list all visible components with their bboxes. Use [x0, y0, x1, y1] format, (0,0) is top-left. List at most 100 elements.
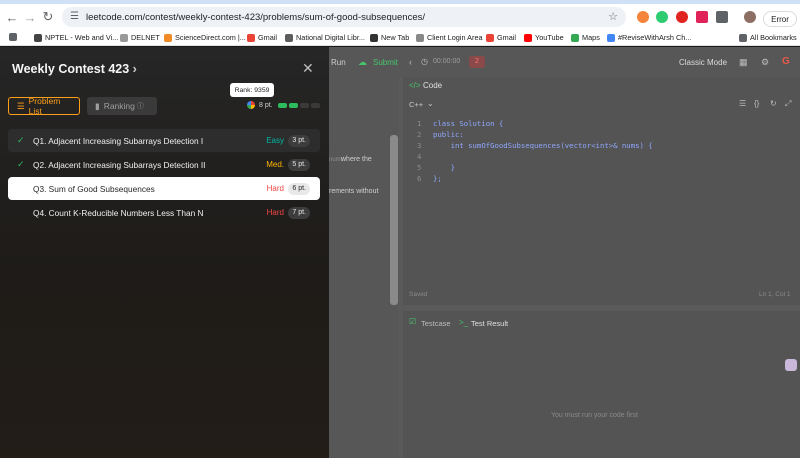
problem-row[interactable]: Q4. Count K-Reducible Numbers Less Than … [8, 201, 320, 224]
difficulty-badge: Hard [266, 184, 284, 193]
info-icon: ⓘ [136, 103, 144, 110]
difficulty-badge: Med. [266, 160, 284, 169]
back-icon[interactable]: ← [2, 7, 22, 27]
site-info-icon[interactable]: ☰ [70, 11, 79, 22]
chevron-right-icon: › [132, 62, 137, 76]
line-number: 6 [417, 174, 422, 183]
classic-mode-button[interactable]: Classic Mode [679, 58, 727, 67]
problem-row[interactable]: ✓ Q1. Adjacent Increasing Subarrays Dete… [8, 129, 320, 152]
google-icon [247, 101, 255, 109]
opera-icon[interactable] [676, 11, 688, 23]
bookmark-favicon [285, 33, 293, 42]
contest-panel: Weekly Contest 423 › ✕ ☰ Problem List ▮ … [0, 47, 329, 458]
floating-helper-icon[interactable] [785, 359, 797, 371]
gmail-icon [486, 33, 494, 42]
points-badge: 5 pt. [288, 158, 310, 171]
timer-icon: ◷ [421, 57, 428, 66]
description-fragment: rements without [329, 188, 379, 195]
all-bookmarks[interactable]: All Bookmarks [739, 33, 797, 42]
progress-segment [310, 102, 320, 108]
code-line: } [433, 163, 455, 172]
gmail-icon [247, 33, 255, 42]
language-select[interactable]: C++ [409, 100, 423, 109]
leetcode-app: Run ☁ Submit ‹ ◷ 00:00:00 2 Classic Mode… [0, 47, 800, 458]
workspace-toolbar: Run ☁ Submit ‹ ◷ 00:00:00 2 Classic Mode… [329, 47, 800, 77]
checkbox-icon: ☑ [409, 317, 417, 326]
bookmark-item[interactable]: Client Login Area [416, 33, 483, 42]
apps-icon[interactable] [9, 33, 20, 41]
bookmark-item[interactable]: Gmail [247, 33, 277, 42]
list-icon: ☰ [17, 100, 25, 111]
maps-icon [571, 33, 579, 42]
code-editor[interactable]: </> Code C++ ⌄ ☰ {} ↻ ⤢ 1 class Solution… [403, 77, 800, 305]
problem-row-selected[interactable]: Q3. Sum of Good Subsequences Hard 6 pt. [8, 177, 320, 200]
gear-icon[interactable]: ⚙ [761, 57, 769, 68]
reload-icon[interactable]: ↻ [38, 7, 58, 27]
code-line: public: [433, 130, 464, 139]
rank-tooltip: Rank: 9359 [230, 83, 274, 97]
format-icon[interactable]: ☰ [739, 99, 746, 108]
bookmark-favicon [34, 33, 42, 42]
difficulty-badge: Hard [266, 208, 284, 217]
alarm-badge[interactable]: 2 [469, 56, 485, 68]
tab-ranking-label: Ranking [103, 101, 135, 111]
extension-icon-5[interactable] [716, 11, 728, 23]
description-panel: nums where the rements without [329, 77, 399, 458]
error-button[interactable]: Error [763, 11, 797, 27]
contest-title[interactable]: Weekly Contest 423 › [12, 62, 137, 76]
line-number: 5 [417, 163, 422, 172]
code-line: }; [433, 174, 442, 183]
workspace-dimmed: Run ☁ Submit ‹ ◷ 00:00:00 2 Classic Mode… [329, 47, 800, 458]
scrollbar[interactable] [390, 135, 398, 305]
expand-icon[interactable]: ⤢ [785, 99, 791, 109]
forward-icon[interactable]: → [20, 7, 40, 27]
reset-icon[interactable]: ↻ [770, 99, 777, 108]
problem-row[interactable]: ✓ Q2. Adjacent Increasing Subarrays Dete… [8, 153, 320, 176]
points-badge: 3 pt. [288, 134, 310, 147]
bookmark-favicon [120, 33, 128, 42]
youtube-icon [524, 33, 532, 42]
braces-icon[interactable]: {} [754, 99, 759, 108]
test-result-tab[interactable]: Test Result [471, 319, 508, 328]
line-number: 2 [417, 130, 422, 139]
points-badge: 6 pt. [288, 182, 310, 195]
bookmark-item[interactable]: National Digital Libr... [285, 33, 365, 42]
solved-check-icon: ✓ [17, 135, 25, 145]
tab-ranking[interactable]: ▮ Ranking ⓘ [87, 97, 157, 115]
code-tab[interactable]: Code [423, 81, 442, 90]
testcase-tab[interactable]: Testcase [421, 319, 451, 328]
points-progress: 8 pt. [247, 101, 320, 109]
bookmark-item[interactable]: DELNET [120, 33, 160, 42]
bookmark-star-icon[interactable]: ☆ [608, 10, 618, 23]
avatar[interactable] [744, 11, 756, 23]
empty-result-message: You must run your code first [551, 412, 638, 419]
run-button[interactable]: Run [331, 58, 346, 67]
layout-icon[interactable]: ▦ [739, 57, 748, 68]
url-field[interactable]: ☰ leetcode.com/contest/weekly-contest-42… [62, 7, 626, 27]
bookmark-item[interactable]: #ReviseWithArsh Ch... [607, 33, 691, 42]
extension-icon-2[interactable] [656, 11, 668, 23]
close-icon[interactable]: ✕ [302, 60, 314, 77]
chevron-left-icon[interactable]: ‹ [409, 57, 412, 67]
line-number: 3 [417, 141, 422, 150]
bookmark-item[interactable]: YouTube [524, 33, 564, 42]
problem-title: Q3. Sum of Good Subsequences [33, 183, 155, 194]
bookmark-item[interactable]: Maps [571, 33, 600, 42]
extension-icon-4[interactable] [696, 11, 708, 23]
google-icon[interactable]: G [782, 56, 790, 67]
points-text: 8 pt. [259, 101, 273, 109]
terminal-icon: >_ [459, 318, 469, 327]
bookmark-item[interactable]: ScienceDirect.com |... [164, 33, 246, 42]
progress-segment [277, 102, 287, 108]
tab-problem-list[interactable]: ☰ Problem List [8, 96, 80, 116]
timer-text: 00:00:00 [433, 58, 461, 65]
code-line: class Solution { [433, 119, 504, 128]
bookmark-item[interactable]: Gmail [486, 33, 516, 42]
submit-button[interactable]: Submit [373, 58, 398, 67]
bookmark-item[interactable]: NPTEL - Web and Vi... [34, 33, 118, 42]
extension-icon-1[interactable] [637, 11, 649, 23]
code-line: int sumOfGoodSubsequences(vector<int>& n… [433, 141, 653, 150]
chevron-down-icon[interactable]: ⌄ [427, 99, 434, 108]
saved-status: Saved [409, 291, 428, 298]
bookmark-item[interactable]: New Tab [370, 33, 409, 42]
